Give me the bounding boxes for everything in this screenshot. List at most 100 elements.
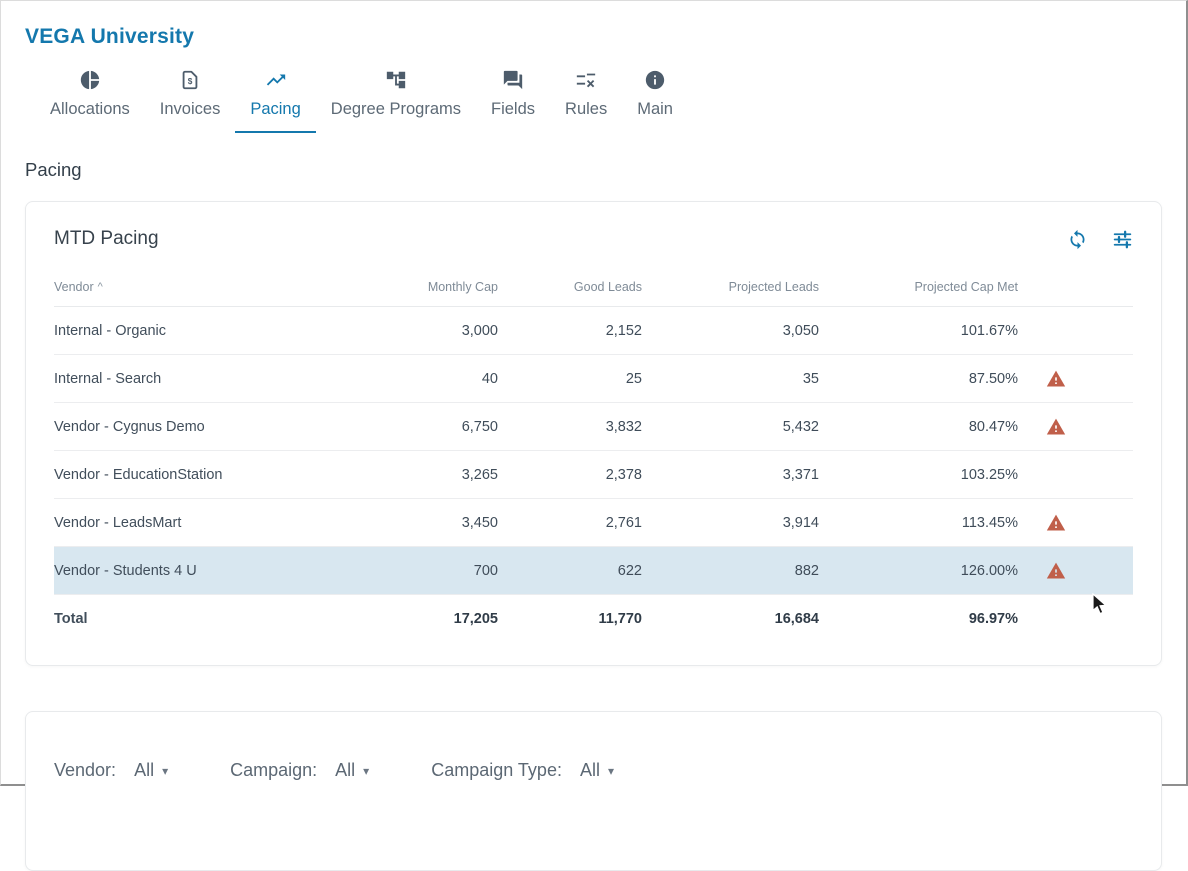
campaign-filter-value: All [335, 760, 356, 780]
projected-leads-cell: 5,432 [782, 418, 819, 435]
dropdown-caret-icon: ▾ [162, 763, 169, 778]
projected-cap-met-cell: 87.50% [968, 370, 1018, 387]
good-leads-cell: 2,152 [605, 322, 642, 339]
tab-label: Invoices [159, 100, 221, 118]
good-leads-cell: 2,761 [605, 514, 642, 531]
column-header-good-leads[interactable]: Good Leads [500, 280, 644, 294]
good-leads-cell: 2,378 [605, 466, 642, 483]
vendor-cell: Vendor - Students 4 U [54, 562, 197, 579]
monthly-cap-cell: 3,450 [461, 514, 498, 531]
total-monthly-cap: 17,205 [453, 611, 498, 627]
projected-cap-met-cell: 101.67% [960, 322, 1018, 339]
vendor-cell: Vendor - EducationStation [54, 466, 223, 483]
good-leads-cell: 3,832 [605, 418, 642, 435]
tab-rules[interactable]: Rules [550, 65, 622, 133]
tab-label: Fields [491, 100, 536, 118]
svg-text:$: $ [188, 77, 193, 86]
monthly-cap-cell: 3,000 [461, 322, 498, 339]
tab-pacing[interactable]: Pacing [235, 65, 316, 133]
mtd-pacing-table: Vendor ^ Monthly Cap Good Leads Projecte… [54, 280, 1133, 643]
tab-degree-programs[interactable]: Degree Programs [316, 65, 476, 133]
column-label: Vendor [54, 280, 94, 294]
campaign-filter-dropdown[interactable]: All ▾ [335, 760, 369, 781]
info-icon [644, 69, 666, 91]
tab-invoices[interactable]: $ Invoices [145, 65, 236, 133]
total-projected-cap-met: 96.97% [968, 611, 1018, 627]
projected-leads-cell: 3,914 [782, 514, 819, 531]
tab-label: Rules [565, 100, 608, 118]
monthly-cap-cell: 40 [481, 370, 498, 387]
tab-bar: Allocations $ Invoices Pacing Degree Pro… [25, 65, 1162, 133]
card-header: MTD Pacing [54, 228, 1133, 250]
vendor-cell: Internal - Search [54, 370, 162, 387]
card-actions [1067, 229, 1133, 250]
table-row[interactable]: Vendor - Students 4 U 700 622 882 126.00… [54, 547, 1133, 595]
rules-list-icon [575, 69, 597, 91]
filters-card: Vendor: All ▾ Campaign: All ▾ Campaign T… [25, 711, 1162, 871]
table-row[interactable]: Internal - Search 40 25 35 87.50% [54, 355, 1133, 403]
campaign-filter-label: Campaign: [230, 760, 318, 780]
warning-icon [1046, 513, 1066, 533]
column-header-monthly-cap[interactable]: Monthly Cap [354, 280, 500, 294]
refresh-button[interactable] [1067, 229, 1088, 250]
mtd-table-body: Internal - Organic 3,000 2,152 3,050 101… [54, 307, 1133, 595]
tab-label: Allocations [50, 100, 130, 118]
chat-bubbles-icon [502, 69, 524, 91]
total-projected-leads: 16,684 [774, 611, 819, 627]
tab-label: Main [637, 100, 673, 118]
page-header: VEGA University Allocations $ Invoices P… [1, 1, 1186, 133]
vendor-cell: Vendor - LeadsMart [54, 514, 182, 531]
trending-up-icon [265, 69, 287, 91]
good-leads-cell: 622 [617, 562, 642, 579]
monthly-cap-cell: 3,265 [461, 466, 498, 483]
tab-label: Pacing [250, 100, 301, 118]
projected-leads-cell: 882 [794, 562, 819, 579]
hierarchy-tree-icon [385, 69, 407, 91]
monthly-cap-cell: 700 [473, 562, 498, 579]
card-title: MTD Pacing [54, 228, 159, 249]
invoice-document-icon: $ [179, 69, 201, 91]
total-good-leads: 11,770 [598, 611, 642, 627]
table-row[interactable]: Vendor - LeadsMart 3,450 2,761 3,914 113… [54, 499, 1133, 547]
vendor-cell: Internal - Organic [54, 322, 167, 339]
sync-icon [1067, 229, 1088, 250]
table-header-row: Vendor ^ Monthly Cap Good Leads Projecte… [54, 280, 1133, 307]
tab-allocations[interactable]: Allocations [35, 65, 145, 133]
sliders-icon [1112, 229, 1133, 250]
vendor-filter-dropdown[interactable]: All ▾ [134, 760, 168, 781]
column-header-projected-cap-met[interactable]: Projected Cap Met [821, 280, 1020, 294]
table-settings-button[interactable] [1112, 229, 1133, 250]
monthly-cap-cell: 6,750 [461, 418, 498, 435]
warning-icon [1046, 369, 1066, 389]
table-row[interactable]: Vendor - Cygnus Demo 6,750 3,832 5,432 8… [54, 403, 1133, 451]
dropdown-caret-icon: ▾ [363, 763, 370, 778]
projected-leads-cell: 3,371 [782, 466, 819, 483]
tab-fields[interactable]: Fields [476, 65, 550, 133]
total-label: Total [54, 611, 88, 627]
projected-cap-met-cell: 80.47% [968, 418, 1018, 435]
vendor-cell: Vendor - Cygnus Demo [54, 418, 205, 435]
mtd-pacing-card: MTD Pacing Vendor ^ Monthly Cap Good Lea… [25, 201, 1162, 666]
vendor-filter-label: Vendor: [54, 760, 117, 780]
dropdown-caret-icon: ▾ [607, 763, 614, 778]
campaign-type-filter-label: Campaign Type: [431, 760, 562, 780]
column-header-projected-leads[interactable]: Projected Leads [644, 280, 821, 294]
warning-icon [1046, 561, 1066, 581]
page-title: Pacing [25, 159, 82, 180]
projected-leads-cell: 3,050 [782, 322, 819, 339]
projected-cap-met-cell: 126.00% [960, 562, 1018, 579]
column-header-vendor[interactable]: Vendor ^ [54, 280, 354, 294]
table-row[interactable]: Internal - Organic 3,000 2,152 3,050 101… [54, 307, 1133, 355]
table-row[interactable]: Vendor - EducationStation 3,265 2,378 3,… [54, 451, 1133, 499]
projected-leads-cell: 35 [802, 370, 819, 387]
projected-cap-met-cell: 113.45% [961, 514, 1018, 531]
tab-main[interactable]: Main [622, 65, 688, 133]
campaign-type-filter-value: All [579, 760, 600, 780]
vendor-filter-value: All [134, 760, 155, 780]
good-leads-cell: 25 [625, 370, 642, 387]
campaign-type-filter-dropdown[interactable]: All ▾ [580, 760, 614, 781]
projected-cap-met-cell: 103.25% [960, 466, 1018, 483]
pie-chart-icon [79, 69, 101, 91]
warning-icon [1046, 417, 1066, 437]
tab-label: Degree Programs [330, 100, 462, 118]
